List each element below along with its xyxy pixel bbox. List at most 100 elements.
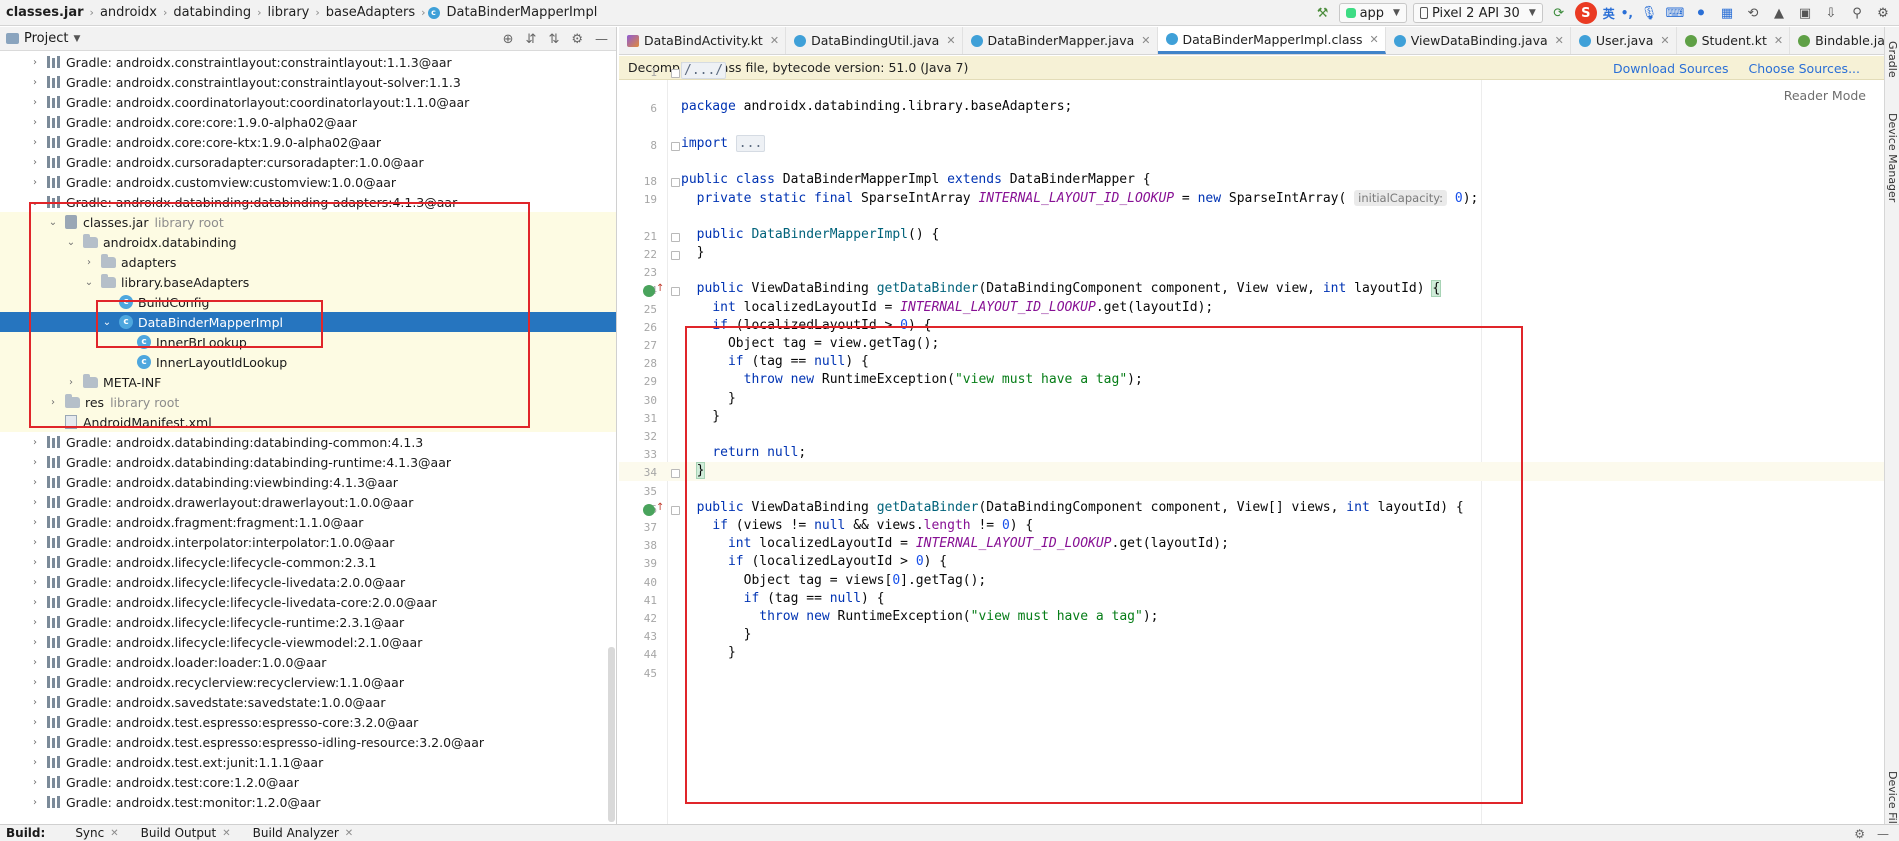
tree-row[interactable]: › Gradle: androidx.core:core:1.9.0-alpha0… <box>0 112 616 132</box>
tree-row[interactable]: › Gradle: androidx.test:core:1.2.0@aar <box>0 772 616 792</box>
fold-toggle-icon[interactable] <box>671 251 680 260</box>
fold-toggle-icon[interactable] <box>671 232 680 242</box>
tree-row[interactable]: › Gradle: androidx.databinding:databindin… <box>0 452 616 472</box>
fold-toggle-icon[interactable] <box>671 505 680 515</box>
hammer-icon[interactable]: ⚒ <box>1313 3 1333 23</box>
tree-row[interactable]: › Gradle: androidx.constraintlayout:const… <box>0 72 616 92</box>
project-scrollbar[interactable] <box>608 647 615 822</box>
close-icon[interactable]: ✕ <box>1370 33 1379 46</box>
chevron-right-icon[interactable]: › <box>29 657 41 668</box>
close-icon[interactable]: ✕ <box>946 34 955 47</box>
avd-manager-icon[interactable]: ▣ <box>1795 3 1815 23</box>
chevron-right-icon[interactable]: › <box>29 177 41 188</box>
code-line[interactable]: private static final SparseIntArray INTE… <box>681 189 1478 207</box>
fold-toggle-icon[interactable] <box>671 141 680 151</box>
editor-tab[interactable]: DataBindActivity.kt ✕ <box>619 27 787 54</box>
breadcrumb-item[interactable]: databinding <box>169 5 255 20</box>
chevron-right-icon[interactable]: › <box>29 557 41 568</box>
chevron-right-icon[interactable]: › <box>29 497 41 508</box>
choose-sources-link[interactable]: Choose Sources... <box>1749 61 1861 76</box>
editor-tab[interactable]: ViewDataBinding.java ✕ <box>1386 27 1571 54</box>
search-icon[interactable]: ⚲ <box>1847 3 1867 23</box>
collapse-all-icon[interactable]: ⇅ <box>548 32 559 47</box>
tree-row[interactable]: › Gradle: androidx.test.ext:junit:1.1.1@a… <box>0 752 616 772</box>
reader-mode-toggle[interactable]: Reader Mode <box>1784 88 1866 103</box>
chevron-right-icon[interactable]: › <box>29 457 41 468</box>
apply-changes-icon[interactable]: ⟲ <box>1743 3 1763 23</box>
chevron-right-icon[interactable]: › <box>29 77 41 88</box>
chevron-right-icon[interactable]: › <box>29 137 41 148</box>
chevron-right-icon[interactable]: › <box>29 57 41 68</box>
chevron-right-icon[interactable]: › <box>29 477 41 488</box>
chevron-right-icon[interactable]: › <box>29 537 41 548</box>
chevron-right-icon[interactable]: › <box>29 97 41 108</box>
code-line[interactable]: import ... <box>681 134 766 153</box>
chevron-right-icon[interactable]: › <box>29 157 41 168</box>
chevron-right-icon[interactable]: › <box>29 637 41 648</box>
editor-tab[interactable]: DataBinderMapper.java ✕ <box>963 27 1158 54</box>
chevron-down-icon[interactable]: ▼ <box>73 34 80 44</box>
locate-icon[interactable]: ⊕ <box>503 32 514 47</box>
chevron-right-icon[interactable]: › <box>29 717 41 728</box>
expand-all-icon[interactable]: ⇵ <box>526 32 537 47</box>
refresh-icon[interactable]: ⟳ <box>1549 3 1569 23</box>
close-icon[interactable]: ✕ <box>770 34 779 47</box>
breadcrumb-item[interactable]: DataBinderMapperImpl <box>443 5 602 20</box>
code-line[interactable]: int localizedLayoutId = INTERNAL_LAYOUT_… <box>681 299 1213 317</box>
breadcrumb-item[interactable]: classes.jar <box>2 5 88 20</box>
implements-method-icon[interactable] <box>643 503 655 516</box>
sdk-manager-icon[interactable]: ⇩ <box>1821 3 1841 23</box>
grid-icon[interactable]: ▦ <box>1717 3 1737 23</box>
tree-row[interactable]: › Gradle: androidx.drawerlayout:drawerlay… <box>0 492 616 512</box>
code-line[interactable]: package androidx.databinding.library.bas… <box>681 98 1072 116</box>
gradle-tool-tab[interactable]: Gradle <box>1886 41 1899 78</box>
hide-icon[interactable]: — <box>595 32 608 47</box>
tree-row[interactable]: › Gradle: androidx.databinding:viewbindin… <box>0 472 616 492</box>
chevron-right-icon[interactable]: › <box>29 797 41 808</box>
close-icon[interactable]: ✕ <box>1660 34 1669 47</box>
tree-row[interactable]: › Gradle: androidx.loader:loader:1.0.0@aa… <box>0 652 616 672</box>
fold-toggle-icon[interactable] <box>671 178 680 188</box>
code-line[interactable]: public class DataBinderMapperImpl extend… <box>681 171 1151 189</box>
chevron-right-icon[interactable]: › <box>29 697 41 708</box>
close-icon[interactable]: ✕ <box>1774 34 1783 47</box>
fold-toggle-icon[interactable] <box>671 469 680 479</box>
tree-row[interactable]: › Gradle: androidx.test:monitor:1.2.0@aar <box>0 792 616 812</box>
tree-row[interactable]: › Gradle: androidx.lifecycle:lifecycle-co… <box>0 552 616 572</box>
editor-tab[interactable]: Student.kt ✕ <box>1677 27 1791 54</box>
chevron-right-icon[interactable]: › <box>29 737 41 748</box>
chevron-right-icon[interactable]: › <box>29 617 41 628</box>
breadcrumb-item[interactable]: androidx <box>96 5 161 20</box>
project-view-selector[interactable]: Project <box>24 31 68 46</box>
settings-icon[interactable]: ⚙ <box>1873 3 1893 23</box>
close-icon[interactable]: ✕ <box>1555 34 1564 47</box>
device-manager-tool-tab[interactable]: Device Manager <box>1886 113 1899 202</box>
chevron-right-icon[interactable]: › <box>29 117 41 128</box>
minimize-icon[interactable]: — <box>1877 827 1889 841</box>
fold-toggle-icon[interactable] <box>671 69 680 78</box>
tree-row[interactable]: › Gradle: androidx.cursoradapter:cursorad… <box>0 152 616 172</box>
chevron-right-icon[interactable]: › <box>29 777 41 788</box>
chevron-right-icon[interactable]: › <box>29 677 41 688</box>
close-icon[interactable]: ✕ <box>1141 34 1150 47</box>
build-tab[interactable]: Build Analyzer ✕ <box>253 826 354 840</box>
ime-logo[interactable]: S <box>1574 2 1597 24</box>
close-icon[interactable]: ✕ <box>345 828 353 839</box>
tree-row[interactable]: › Gradle: androidx.lifecycle:lifecycle-li… <box>0 592 616 612</box>
chevron-right-icon[interactable]: › <box>29 597 41 608</box>
code-line[interactable]: public ViewDataBinding getDataBinder(Dat… <box>681 280 1442 298</box>
editor-tab[interactable]: Bindable.java✕ <box>1790 27 1899 54</box>
tree-row[interactable]: › Gradle: androidx.customview:customview:… <box>0 172 616 192</box>
tree-row[interactable]: › Gradle: androidx.lifecycle:lifecycle-li… <box>0 572 616 592</box>
gear-icon[interactable]: ⚙ <box>571 32 583 47</box>
tree-row[interactable]: › Gradle: androidx.core:core-ktx:1.9.0-al… <box>0 132 616 152</box>
editor-tab[interactable]: DataBinderMapperImpl.class ✕ <box>1157 27 1386 54</box>
tree-row[interactable]: › Gradle: androidx.recyclerview:recyclerv… <box>0 672 616 692</box>
override-arrow-icon[interactable]: ↑ <box>656 283 664 294</box>
code-line[interactable]: /.../ <box>681 62 727 80</box>
tree-row[interactable]: › Gradle: androidx.lifecycle:lifecycle-ru… <box>0 612 616 632</box>
device-selector[interactable]: Pixel 2 API 30 ▼ <box>1412 3 1543 23</box>
run-config-selector[interactable]: app ▼ <box>1338 3 1407 23</box>
chevron-right-icon[interactable]: › <box>29 757 41 768</box>
ime-language[interactable]: 英 <box>1603 5 1615 22</box>
